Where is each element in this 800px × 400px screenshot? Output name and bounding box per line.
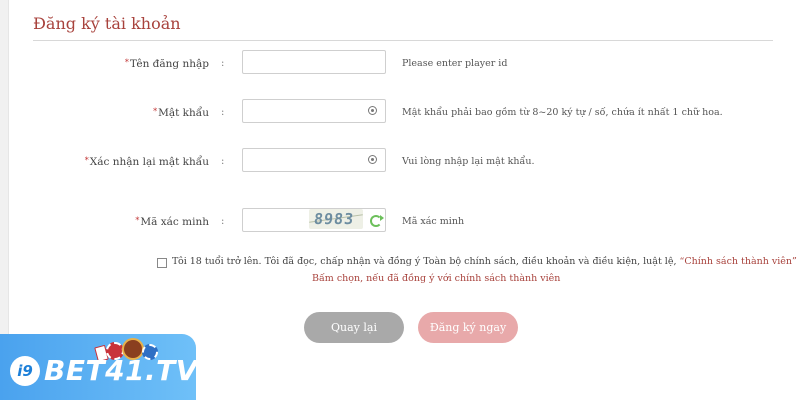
eye-icon[interactable]: [368, 155, 377, 164]
confirm-password-input[interactable]: [242, 148, 386, 172]
password-colon: :: [221, 107, 225, 118]
captcha-colon: :: [221, 216, 225, 227]
confirm-password-hint: Vui lòng nhập lại mật khẩu.: [402, 156, 535, 167]
captcha-hint: Mã xác minh: [402, 216, 465, 227]
username-hint: Please enter player id: [402, 58, 508, 69]
confirm-password-label-text: Xác nhận lại mật khẩu: [89, 156, 209, 168]
username-label-text: Tên đăng nhập: [129, 58, 209, 70]
username-label: *Tên đăng nhập: [9, 58, 209, 70]
agreement-body: Tôi 18 tuổi trở lên. Tôi đã đọc, chấp nh…: [172, 256, 677, 267]
agreement-text: Tôi 18 tuổi trở lên. Tôi đã đọc, chấp nh…: [172, 256, 797, 267]
brand-logo-mark: i9: [10, 356, 40, 386]
confirm-password-colon: :: [221, 156, 225, 167]
member-policy-link[interactable]: “Chính sách thành viên”: [680, 256, 797, 267]
back-button[interactable]: Quay lại: [304, 312, 404, 343]
password-label: *Mật khẩu: [9, 107, 209, 119]
register-button[interactable]: Đăng ký ngay: [418, 312, 518, 343]
brand-logo-text: BET41.TV: [44, 354, 198, 387]
agreement-note: Bấm chọn, nếu đã đồng ý với chính sách t…: [312, 273, 561, 284]
page-title: Đăng ký tài khoản: [33, 14, 181, 33]
confirm-password-label: *Xác nhận lại mật khẩu: [9, 156, 209, 168]
captcha-label: *Mã xác minh: [9, 216, 209, 228]
username-input[interactable]: [242, 50, 386, 74]
password-hint: Mật khẩu phải bao gồm từ 8~20 ký tự / số…: [402, 107, 723, 118]
captcha-image: 8983: [309, 209, 363, 229]
captcha-image-text: 8983: [313, 210, 356, 228]
required-mark: *: [84, 156, 89, 165]
required-mark: *: [153, 107, 158, 116]
required-mark: *: [124, 58, 129, 67]
eye-icon[interactable]: [368, 106, 377, 115]
required-mark: *: [135, 216, 140, 225]
password-input[interactable]: [242, 99, 386, 123]
refresh-icon[interactable]: [370, 215, 384, 227]
username-colon: :: [221, 58, 225, 69]
agree-checkbox[interactable]: [157, 258, 167, 268]
captcha-label-text: Mã xác minh: [140, 216, 209, 228]
password-label-text: Mật khẩu: [158, 107, 209, 119]
title-divider: [33, 40, 773, 41]
